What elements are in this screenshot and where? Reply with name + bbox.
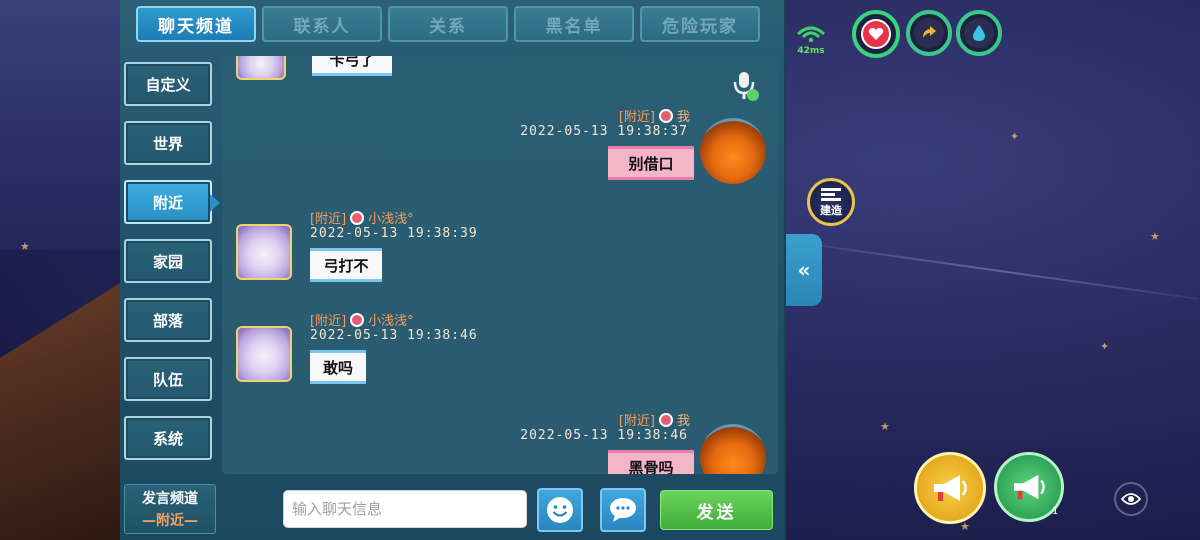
world-horn-button[interactable] [914, 452, 986, 524]
megaphone-icon [934, 475, 967, 501]
message-bubble: 弓打不 [310, 248, 382, 282]
background-wall [0, 0, 125, 250]
sidebar-item-custom[interactable]: 自定义 [124, 62, 212, 106]
avatar[interactable] [236, 56, 286, 80]
chat-tabs: 聊天频道 联系人 关系 黑名单 危险玩家 [136, 6, 760, 42]
tab-relations[interactable]: 关系 [388, 6, 508, 42]
stamina-meter [906, 10, 952, 56]
message-bubble: 别借口 [608, 146, 694, 180]
chat-message: [附近] 小浅浅° 2022-05-13 19:38:39 弓打不 [222, 208, 778, 298]
sidebar-item-home[interactable]: 家园 [124, 239, 212, 283]
water-meter [956, 10, 1002, 56]
channel-tag: [附近] [618, 414, 655, 429]
chat-message: [附近] 我 2022-05-13 19:38:37 别借口 [222, 106, 778, 196]
microphone-icon[interactable] [730, 70, 760, 102]
ping-value: 42ms [797, 46, 825, 56]
send-button[interactable]: 发送 [660, 490, 773, 530]
avatar[interactable] [236, 326, 292, 382]
speak-channel-value: —附近— [142, 513, 198, 529]
message-time: 2022-05-13 19:38:39 [310, 226, 478, 241]
speak-channel-label: 发言频道 [142, 491, 198, 507]
tab-blacklist[interactable]: 黑名单 [514, 6, 634, 42]
female-icon [658, 108, 673, 123]
tab-dangerous-players[interactable]: 危险玩家 [640, 6, 760, 42]
collapse-icon: « [797, 258, 811, 282]
star-decoration: ★ [1150, 230, 1160, 243]
female-icon [350, 312, 365, 327]
emoji-icon [547, 497, 573, 523]
female-icon [658, 412, 673, 427]
horn-count: 1 [1052, 506, 1059, 517]
chat-message: [附近] 小浅浅° 2022-05-13 19:38:46 敢吗 [222, 310, 778, 400]
message-bubble: 黑骨吗 [608, 450, 694, 474]
message-time: 2022-05-13 19:38:37 [520, 124, 688, 139]
tab-contacts[interactable]: 联系人 [262, 6, 382, 42]
message-bubble: 敢吗 [310, 350, 366, 384]
sender-name: 我 [676, 414, 690, 429]
water-icon [973, 25, 985, 41]
message-time: 2022-05-13 19:38:46 [310, 328, 478, 343]
sidebar-item-nearby[interactable]: 附近 [124, 180, 220, 224]
star-decoration: ★ [880, 420, 890, 433]
message-list[interactable]: 卡弓了 [附近] 我 2022-05-13 19:38:37 别借口 [附近] … [222, 56, 778, 474]
network-ping: 42ms [796, 24, 826, 56]
female-icon [350, 210, 365, 225]
message-header: [附近] 小浅浅° [310, 208, 414, 227]
speech-bubble-icon [610, 498, 636, 522]
build-label: 建造 [820, 204, 842, 217]
message-header: [附近] 小浅浅° [310, 310, 414, 329]
toggle-ui-button[interactable] [1114, 482, 1148, 516]
stamina-icon [923, 26, 936, 38]
heart-icon [868, 27, 884, 40]
eye-icon [1121, 493, 1141, 505]
message-header: [附近] 我 [619, 410, 690, 429]
star-decoration: ★ [20, 240, 30, 253]
build-icon [821, 188, 841, 201]
sidebar-item-team[interactable]: 队伍 [124, 357, 212, 401]
chat-input[interactable] [283, 490, 527, 528]
tab-chat-channel[interactable]: 聊天频道 [136, 6, 256, 42]
sidebar-item-world[interactable]: 世界 [124, 121, 212, 165]
background-floor-edge [801, 242, 1199, 300]
sender-name: 小浅浅° [368, 212, 414, 227]
channel-tag: [附近] [618, 110, 655, 125]
avatar[interactable] [700, 424, 766, 474]
message-time: 2022-05-13 19:38:46 [520, 428, 688, 443]
avatar[interactable] [236, 224, 292, 280]
star-decoration: ✦ [1010, 130, 1020, 143]
sender-name: 我 [676, 110, 690, 125]
build-button[interactable]: 建造 [807, 178, 855, 226]
megaphone-icon [1013, 474, 1045, 500]
sidebar-item-system[interactable]: 系统 [124, 416, 212, 460]
avatar[interactable] [700, 118, 766, 184]
sidebar-item-tribe[interactable]: 部落 [124, 298, 212, 342]
star-decoration: ✦ [1100, 340, 1110, 353]
channel-tag: [附近] [310, 212, 347, 227]
chat-panel: 聊天频道 联系人 关系 黑名单 危险玩家 自定义 世界 附近 家园 部落 队伍 … [120, 0, 786, 540]
background-railing [0, 280, 125, 540]
quick-phrase-button[interactable] [600, 488, 646, 532]
message-header: [附近] 我 [619, 106, 690, 125]
health-meter [852, 10, 900, 58]
emoji-button[interactable] [537, 488, 583, 532]
speak-channel-selector[interactable]: 发言频道 —附近— [124, 484, 216, 534]
channel-sidebar: 自定义 世界 附近 家园 部落 队伍 系统 [124, 62, 220, 475]
message-bubble: 卡弓了 [312, 56, 392, 76]
chat-message: [附近] 我 2022-05-13 19:38:46 黑骨吗 [222, 410, 778, 474]
channel-tag: [附近] [310, 314, 347, 329]
sender-name: 小浅浅° [368, 314, 414, 329]
collapse-chat-button[interactable]: « [786, 234, 822, 306]
wifi-icon [796, 26, 826, 43]
